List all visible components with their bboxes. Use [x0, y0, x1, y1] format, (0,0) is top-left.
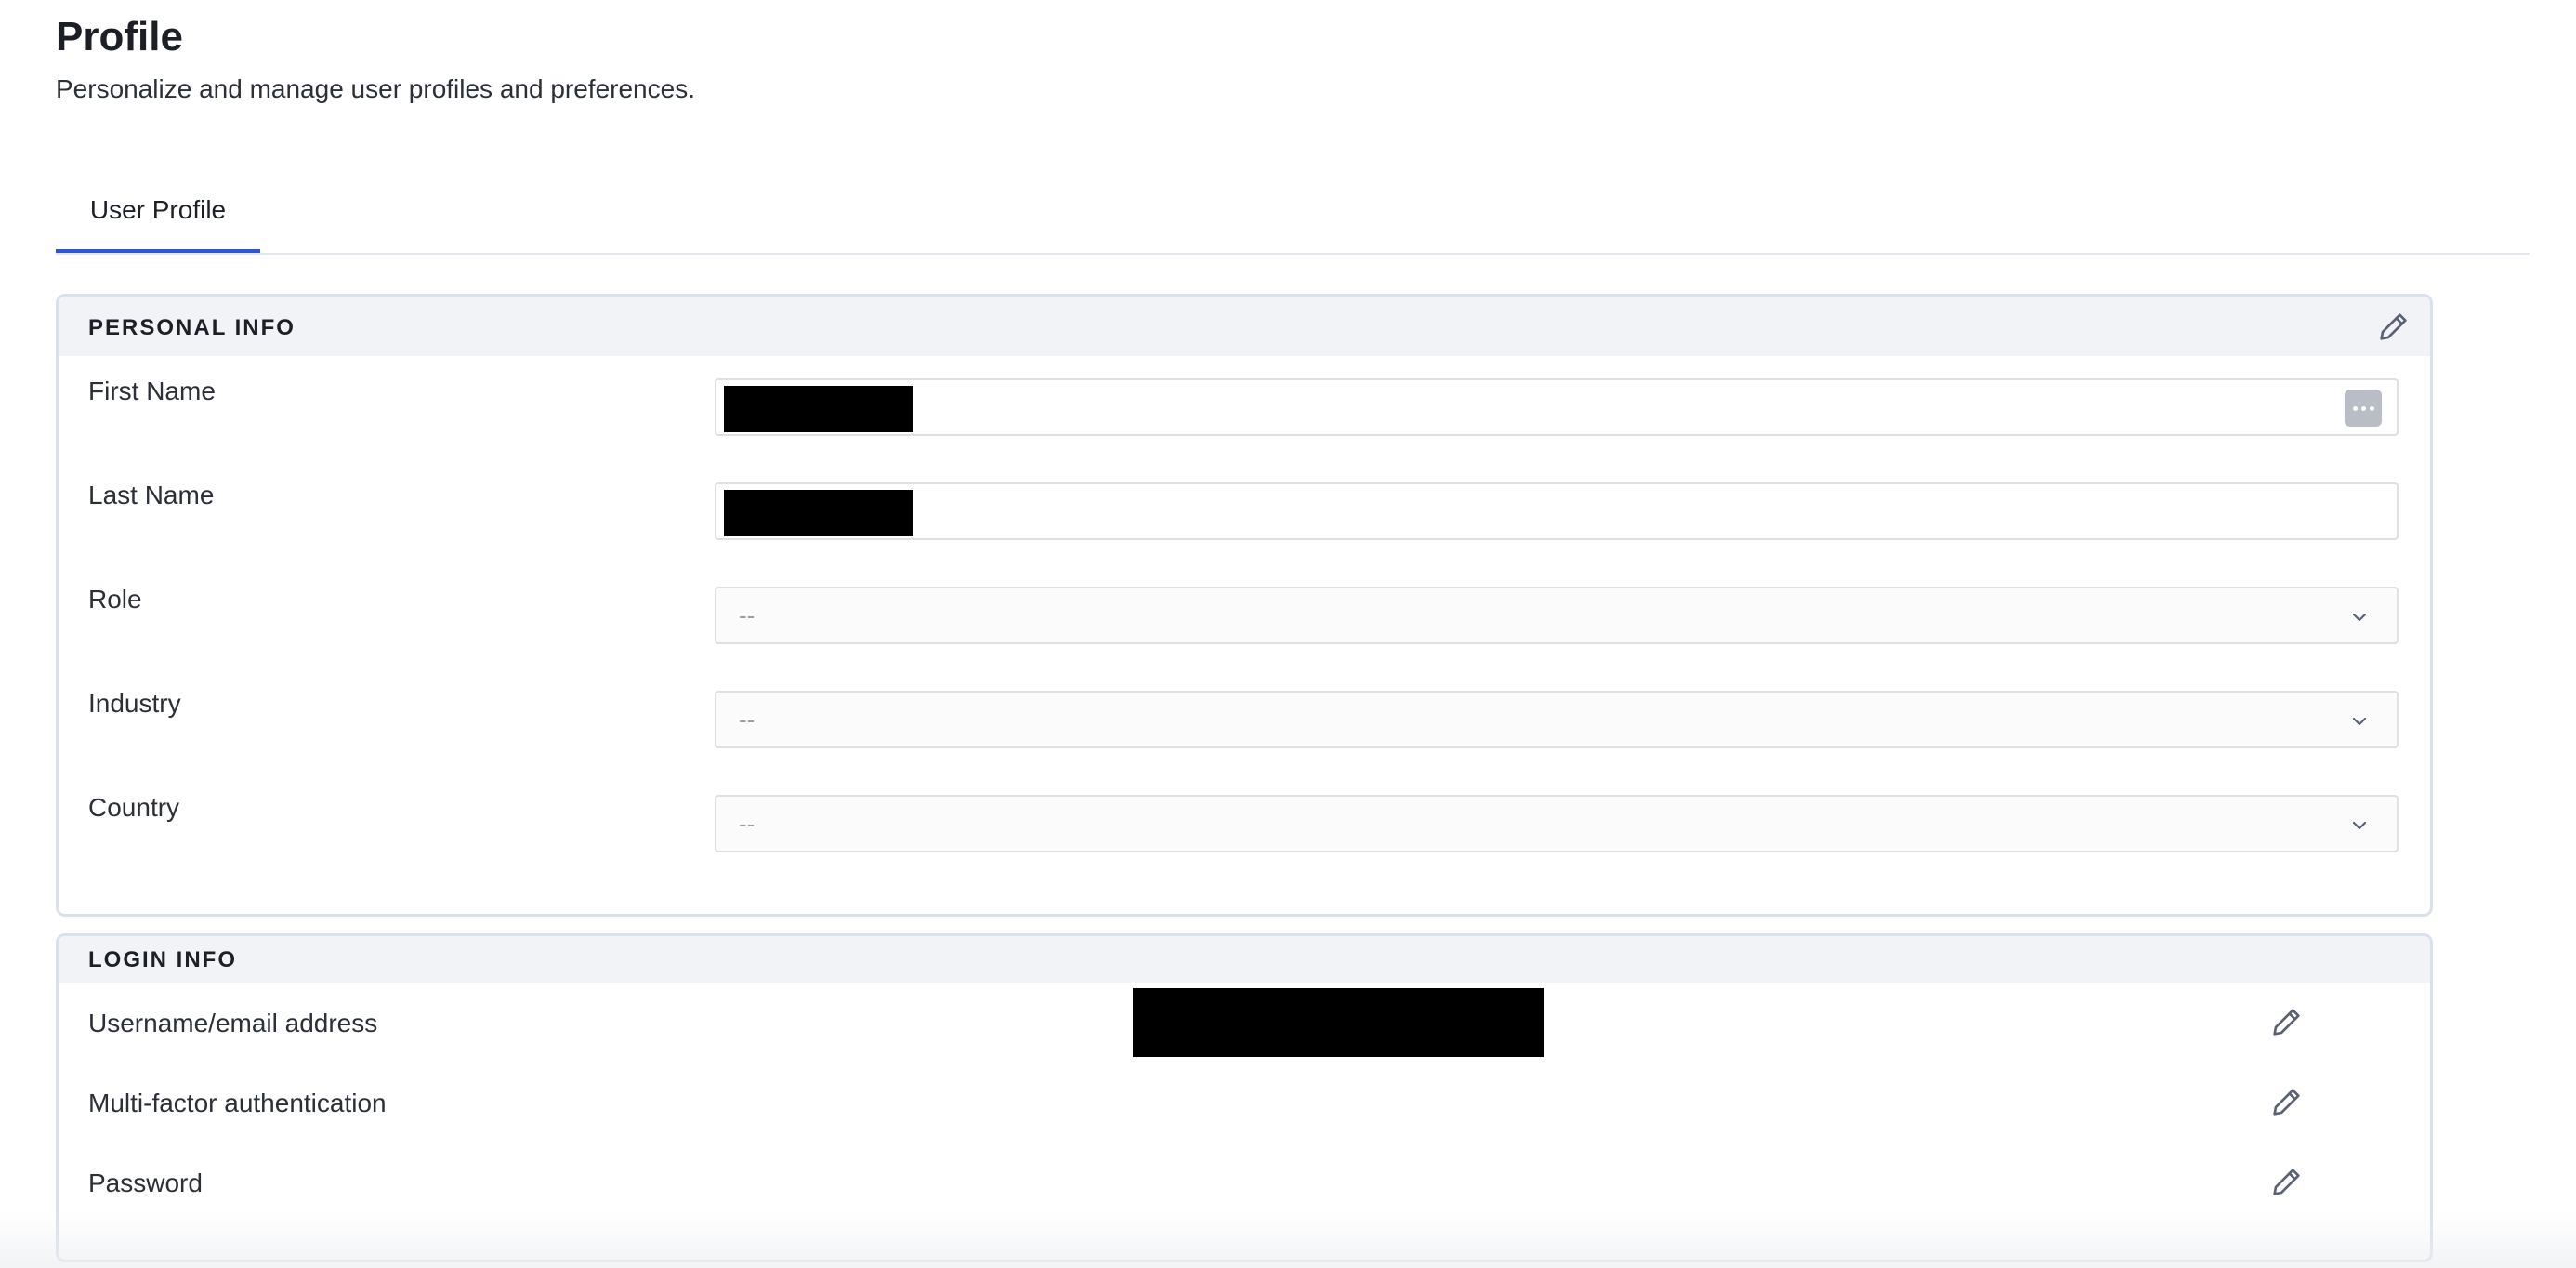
- password-label: Password: [88, 1169, 203, 1197]
- login-info-header: LOGIN INFO: [59, 936, 2430, 983]
- role-select[interactable]: --: [715, 587, 2399, 644]
- country-select[interactable]: --: [715, 795, 2399, 852]
- role-label: Role: [88, 585, 142, 614]
- country-select-value: --: [739, 810, 756, 838]
- industry-select-value: --: [739, 706, 756, 733]
- pencil-icon: [2380, 313, 2407, 340]
- first-name-redacted-value: [724, 386, 913, 432]
- pencil-icon: [2273, 1169, 2300, 1195]
- edit-mfa-button[interactable]: [2265, 1079, 2309, 1124]
- industry-label: Industry: [88, 689, 181, 718]
- industry-select[interactable]: --: [715, 691, 2399, 748]
- first-name-input[interactable]: [715, 378, 2399, 436]
- page-subtitle: Personalize and manage user profiles and…: [56, 74, 695, 103]
- first-name-label: First Name: [88, 376, 216, 405]
- username-label: Username/email address: [88, 1009, 378, 1037]
- mfa-label: Multi-factor authentication: [88, 1089, 387, 1117]
- chevron-down-icon: [2352, 821, 2367, 830]
- tab-user-profile[interactable]: User Profile: [56, 182, 260, 253]
- pencil-icon: [2273, 1089, 2300, 1116]
- username-redacted-value: [1133, 988, 1544, 1057]
- pencil-icon: [2273, 1009, 2300, 1036]
- last-name-label: Last Name: [88, 481, 215, 509]
- edit-personal-info-button[interactable]: [2372, 304, 2416, 349]
- country-label: Country: [88, 793, 180, 822]
- personal-info-card: PERSONAL INFO First Name Last Name Role …: [56, 294, 2433, 917]
- chevron-down-icon: [2352, 613, 2367, 622]
- personal-info-title: PERSONAL INFO: [88, 315, 296, 340]
- more-dots-icon-dot-end: [2369, 405, 2374, 411]
- role-select-value: --: [739, 601, 756, 629]
- chevron-down-icon: [2352, 717, 2367, 726]
- more-dots-icon-dot: [2360, 405, 2366, 411]
- password-manager-button[interactable]: [2345, 390, 2382, 427]
- login-info-title: LOGIN INFO: [88, 947, 237, 972]
- page-title: Profile: [56, 14, 183, 59]
- last-name-input[interactable]: [715, 482, 2399, 540]
- personal-info-header: PERSONAL INFO: [59, 297, 2430, 356]
- tab-bar: User Profile: [56, 182, 2530, 255]
- edit-username-button[interactable]: [2265, 999, 2309, 1044]
- more-dots-icon: [2352, 405, 2358, 411]
- login-info-card: LOGIN INFO Username/email address Multi-…: [56, 933, 2433, 1262]
- last-name-redacted-value: [724, 490, 913, 536]
- edit-password-button[interactable]: [2265, 1159, 2309, 1204]
